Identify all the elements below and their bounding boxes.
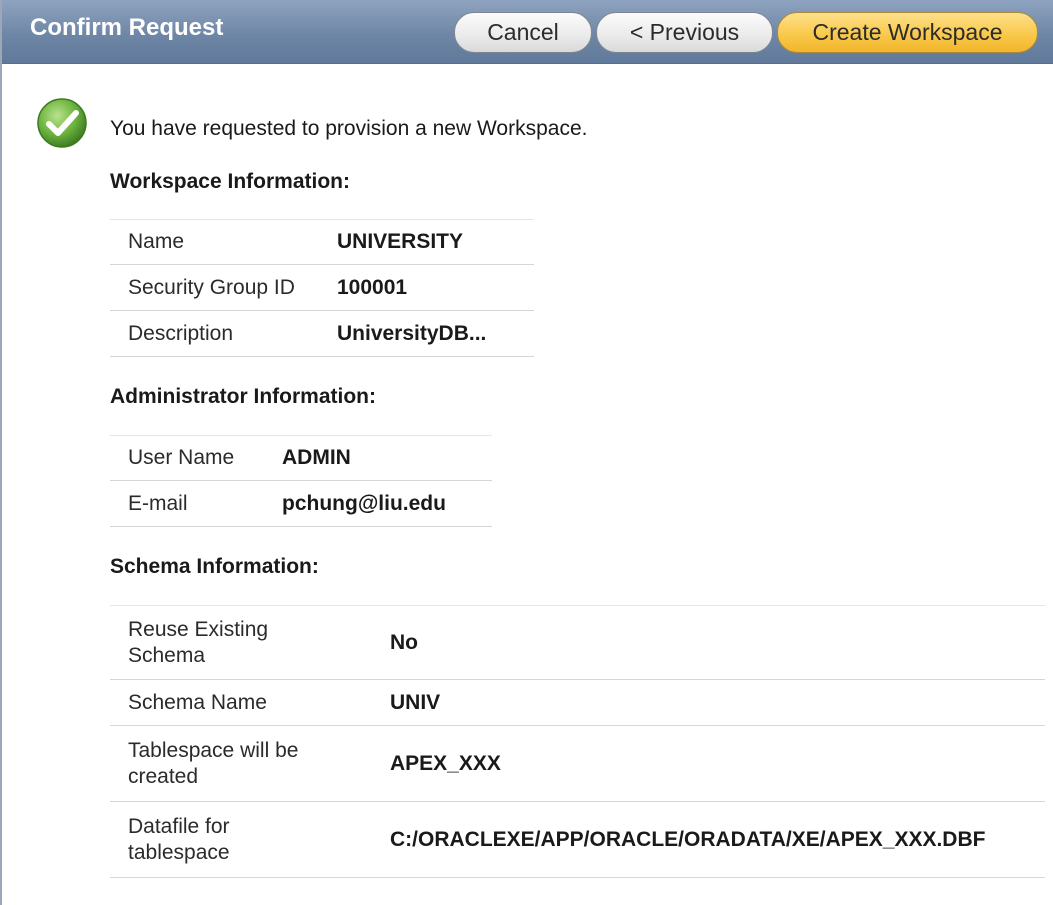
row-value: C:/ORACLEXE/APP/ORACLE/ORADATA/XE/APEX_X… [390, 801, 1045, 878]
schema-info-table: Reuse Existing Schema No Schema Name UNI… [110, 605, 1045, 878]
row-label: Name [110, 219, 337, 265]
page-title: Confirm Request [30, 14, 224, 41]
row-label: Reuse Existing Schema [110, 605, 390, 680]
row-label: Datafile for tablespace [110, 801, 390, 878]
previous-button[interactable]: < Previous [596, 12, 773, 53]
row-value: APEX_XXX [390, 725, 1045, 802]
table-row: User Name ADMIN [110, 435, 492, 481]
table-row: Name UNIVERSITY [110, 219, 534, 265]
check-icon [37, 98, 87, 148]
schema-info-heading: Schema Information: [110, 555, 319, 578]
row-value: pchung@liu.edu [282, 480, 492, 527]
table-row: Description UniversityDB... [110, 310, 534, 357]
row-label: User Name [110, 435, 282, 481]
row-value: 100001 [337, 264, 534, 311]
row-value: UniversityDB... [337, 310, 534, 357]
row-value: ADMIN [282, 435, 492, 481]
row-value: UNIVERSITY [337, 219, 534, 265]
row-label: Description [110, 310, 337, 357]
row-label: Schema Name [110, 679, 390, 726]
row-value: UNIV [390, 679, 1045, 726]
row-label: Tablespace will be created [110, 725, 390, 802]
workspace-info-heading: Workspace Information: [110, 170, 350, 193]
create-workspace-button[interactable]: Create Workspace [777, 12, 1038, 53]
table-row: Schema Name UNIV [110, 679, 1045, 726]
administrator-info-table: User Name ADMIN E-mail pchung@liu.edu [110, 435, 492, 527]
table-row: Security Group ID 100001 [110, 264, 534, 311]
table-row: Datafile for tablespace C:/ORACLEXE/APP/… [110, 801, 1045, 878]
row-value: No [390, 605, 1045, 680]
table-row: Reuse Existing Schema No [110, 605, 1045, 680]
region-header: Confirm Request Cancel < Previous Create… [2, 0, 1053, 64]
confirmation-message: You have requested to provision a new Wo… [110, 117, 588, 140]
row-label: Security Group ID [110, 264, 337, 311]
workspace-info-table: Name UNIVERSITY Security Group ID 100001… [110, 219, 534, 357]
cancel-button[interactable]: Cancel [454, 12, 592, 53]
row-label: E-mail [110, 480, 282, 527]
confirm-request-panel: Confirm Request Cancel < Previous Create… [0, 0, 1053, 905]
table-row: Tablespace will be created APEX_XXX [110, 725, 1045, 802]
table-row: E-mail pchung@liu.edu [110, 480, 492, 527]
administrator-info-heading: Administrator Information: [110, 385, 376, 408]
